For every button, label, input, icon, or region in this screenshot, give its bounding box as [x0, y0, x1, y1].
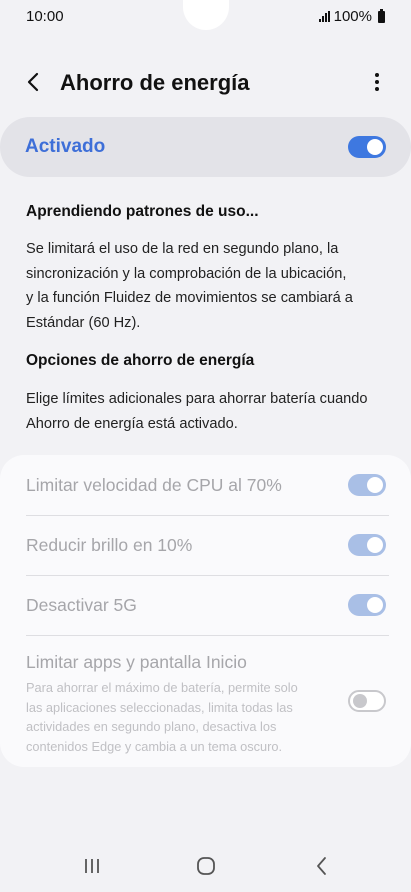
camera-notch [183, 0, 229, 30]
desc-line: Para ahorrar el máximo de batería, permi… [26, 680, 298, 695]
learning-title: Aprendiendo patrones de uso... [26, 203, 259, 220]
recents-icon[interactable] [80, 854, 104, 878]
limit-apps-toggle[interactable] [348, 690, 386, 712]
brightness-toggle[interactable] [348, 534, 386, 556]
toggle-knob [367, 477, 383, 493]
desc-line: contenidos Edge y cambia a un tema oscur… [26, 738, 283, 754]
setting-label: Limitar apps y pantalla Inicio [26, 652, 247, 672]
more-vertical-icon[interactable] [365, 70, 389, 94]
setting-label: Desactivar 5G [26, 595, 137, 615]
setting-row-5g[interactable]: Desactivar 5G [0, 576, 411, 635]
toggle-knob [367, 597, 383, 613]
toggle-knob [353, 694, 367, 708]
app-bar: Ahorro de energía [0, 60, 411, 106]
home-icon[interactable] [194, 854, 218, 878]
page-title: Ahorro de energía [60, 70, 250, 95]
settings-card: Limitar velocidad de CPU al 70% Reducir … [0, 455, 411, 767]
learning-line: Se limitará el uso de la red en segundo … [26, 241, 339, 257]
options-line: Elige límites adicionales para ahorrar b… [26, 391, 368, 407]
back-arrow-icon[interactable] [22, 70, 46, 94]
desc-line: las aplicaciones seleccionadas, limita t… [26, 699, 293, 715]
navigation-bar [0, 840, 411, 892]
toggle-knob [367, 139, 383, 155]
cpu-toggle[interactable] [348, 474, 386, 496]
options-title: Opciones de ahorro de energía [26, 352, 255, 369]
setting-row-limit-apps[interactable]: Limitar apps y pantalla Inicio Para ahor… [0, 636, 411, 756]
learning-line: Estándar (60 Hz). [26, 314, 141, 331]
learning-line: sincronización y la comprobación de la u… [26, 265, 347, 282]
learning-description: Se limitará el uso de la red en segundo … [26, 237, 391, 335]
setting-label: Reducir brillo en 10% [26, 535, 193, 555]
status-time: 10:00 [26, 8, 64, 25]
setting-row-cpu[interactable]: Limitar velocidad de CPU al 70% [0, 455, 411, 515]
status-bar: 10:00 100% [0, 0, 411, 34]
learning-line: y la función Fluidez de movimientos se c… [26, 290, 353, 306]
master-switch-bar[interactable]: Activado [0, 117, 411, 177]
setting-description: Para ahorrar el máximo de batería, permi… [26, 678, 336, 756]
5g-toggle[interactable] [348, 594, 386, 616]
battery-percent: 100% [333, 8, 372, 25]
setting-row-brightness[interactable]: Reducir brillo en 10% [0, 516, 411, 575]
signal-icon [318, 11, 330, 22]
nav-back-icon[interactable] [310, 854, 334, 878]
setting-label: Limitar velocidad de CPU al 70% [26, 475, 282, 495]
options-description: Elige límites adicionales para ahorrar b… [26, 387, 391, 436]
master-toggle[interactable] [348, 136, 386, 158]
toggle-knob [367, 537, 383, 553]
battery-icon [378, 8, 385, 23]
options-line: Ahorro de energía está activado. [26, 415, 238, 432]
master-switch-label: Activado [25, 136, 106, 157]
status-right: 100% [318, 8, 385, 25]
desc-line: actividades en segundo plano, desactiva … [26, 719, 277, 734]
